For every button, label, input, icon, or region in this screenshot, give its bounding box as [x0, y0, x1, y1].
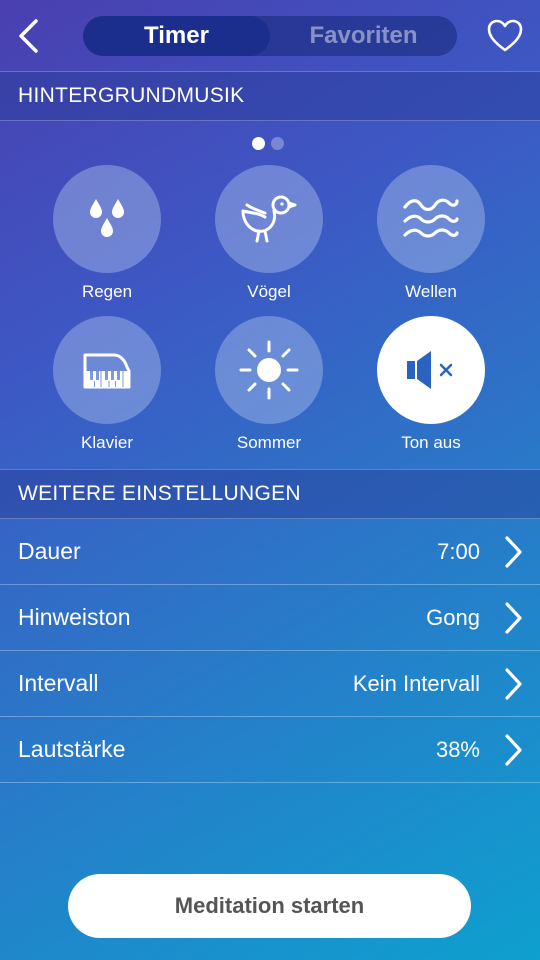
- page-dot-inactive[interactable]: [271, 137, 284, 150]
- sound-option-ton-aus[interactable]: Ton aus: [356, 316, 506, 453]
- page-indicator: [252, 137, 284, 150]
- row-label: Intervall: [18, 670, 99, 696]
- sound-option-klavier[interactable]: Klavier: [32, 316, 182, 453]
- row-label: Hinweiston: [18, 604, 131, 630]
- sound-label: Wellen: [405, 282, 457, 301]
- row-label: Dauer: [18, 538, 81, 564]
- sound-circle[interactable]: [377, 165, 485, 273]
- rain-drops-icon: [90, 199, 124, 237]
- chevron-right-icon: [505, 602, 522, 634]
- row-value: 38%: [435, 736, 480, 762]
- heart-icon[interactable]: [486, 18, 524, 54]
- sound-circle[interactable]: [215, 316, 323, 424]
- chevron-right-icon: [505, 536, 522, 568]
- sound-label: Regen: [81, 282, 133, 301]
- row-value: 7:00: [437, 538, 480, 564]
- settings-row-dauer[interactable]: Dauer 7:00: [0, 519, 540, 585]
- chevron-right-icon: [505, 734, 522, 766]
- sound-option-sommer[interactable]: Sommer: [194, 316, 344, 453]
- bird-icon: [241, 195, 297, 243]
- sound-label: Sommer: [236, 433, 302, 452]
- sound-circle[interactable]: [53, 165, 161, 273]
- sun-icon: [239, 340, 299, 400]
- sound-option-wellen[interactable]: Wellen: [356, 165, 506, 302]
- sound-circle-selected[interactable]: [377, 316, 485, 424]
- sound-label: Klavier: [81, 433, 133, 452]
- tab-timer[interactable]: Timer: [83, 16, 270, 56]
- sound-option-voegel[interactable]: Vögel: [194, 165, 344, 302]
- settings-row-intervall[interactable]: Intervall Kein Intervall: [0, 651, 540, 717]
- sound-circle[interactable]: [215, 165, 323, 273]
- page-dot-active[interactable]: [252, 137, 265, 150]
- mode-segmented-control: Timer Favoriten: [83, 16, 457, 56]
- section-title: HINTERGRUNDMUSIK: [18, 84, 245, 107]
- row-value: Gong: [426, 604, 480, 630]
- settings-row-hinweiston[interactable]: Hinweiston Gong: [0, 585, 540, 651]
- chevron-right-icon: [505, 668, 522, 700]
- row-value: Kein Intervall: [352, 670, 480, 696]
- start-meditation-button[interactable]: Meditation starten: [68, 874, 471, 938]
- section-header-more-settings: WEITERE EINSTELLUNGEN: [0, 469, 540, 519]
- sound-circle[interactable]: [53, 316, 161, 424]
- row-label: Lautstärke: [18, 736, 126, 762]
- speaker-mute-icon: [407, 351, 453, 389]
- section-header-background-music: HINTERGRUNDMUSIK: [0, 71, 540, 121]
- section-title: WEITERE EINSTELLUNGEN: [18, 482, 301, 505]
- waves-icon: [403, 198, 459, 238]
- sound-label: Ton aus: [401, 433, 461, 452]
- back-chevron-icon[interactable]: [14, 18, 44, 54]
- piano-icon: [83, 353, 131, 389]
- top-bar: Timer Favoriten: [0, 0, 540, 70]
- sound-label: Vögel: [247, 282, 291, 301]
- settings-row-lautstaerke[interactable]: Lautstärke 38%: [0, 717, 540, 783]
- tab-favoriten[interactable]: Favoriten: [270, 16, 457, 56]
- sound-option-regen[interactable]: Regen: [32, 165, 182, 302]
